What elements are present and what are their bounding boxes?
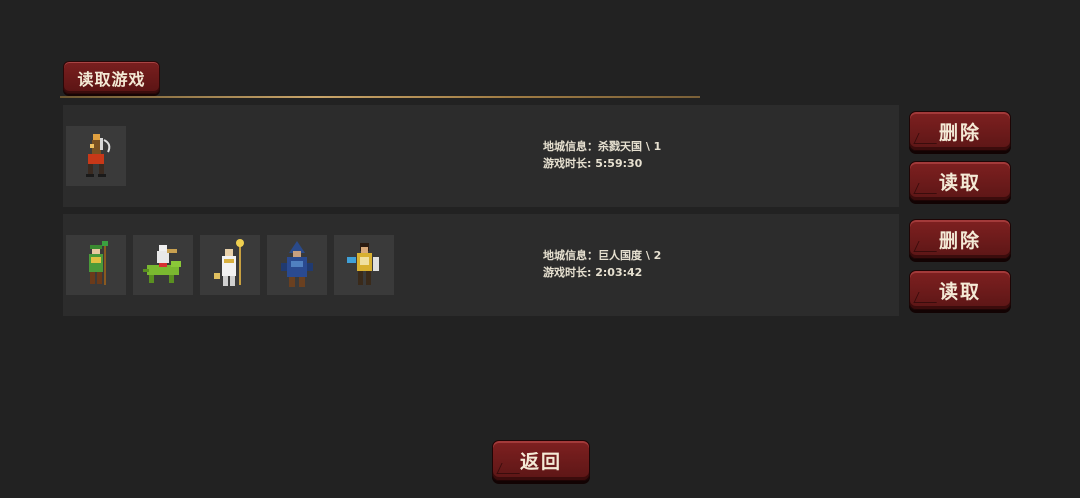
- dungeon-label: 地城信息：: [543, 249, 598, 262]
- save-info: 地城信息：巨人国度 \ 2 游戏时长: 2:03:42: [543, 247, 661, 281]
- dungeon-label: 地城信息：: [543, 140, 598, 153]
- hero-portrait-warrior: [66, 126, 126, 186]
- time-label: 游戏时长:: [543, 266, 596, 279]
- hero-portraits: [66, 126, 126, 186]
- time-label: 游戏时长:: [543, 157, 596, 170]
- back-button-label: 返回: [519, 451, 562, 473]
- load-button-label: 读取: [938, 280, 981, 303]
- delete-button-label: 删除: [938, 229, 981, 252]
- time-value: 2:03:42: [595, 266, 643, 279]
- save-info: 地城信息：杀戮天国 \ 1 游戏时长: 5:59:30: [543, 138, 661, 172]
- save-slot-2[interactable]: 地城信息：巨人国度 \ 2 游戏时长: 2:03:42: [63, 214, 899, 316]
- priest-sprite-icon: [214, 239, 244, 286]
- lizard-rider-sprite-icon: [143, 245, 181, 283]
- hero-portraits: [66, 235, 394, 295]
- back-button[interactable]: 返回: [492, 440, 590, 481]
- load-game-tab: 读取游戏: [63, 61, 160, 94]
- hero-portrait-priest: [200, 235, 260, 295]
- hero-portrait-druid: [66, 235, 126, 295]
- warrior-sprite-icon: [86, 134, 111, 177]
- hero-portrait-lizard-rider: [133, 235, 193, 295]
- paladin-sprite-icon: [347, 243, 379, 285]
- header-divider: [60, 96, 700, 98]
- mage-sprite-icon: [281, 241, 313, 287]
- delete-save-2-button[interactable]: 删除: [909, 219, 1011, 259]
- dungeon-value: 杀戮天国 \ 1: [598, 140, 662, 153]
- delete-save-1-button[interactable]: 删除: [909, 111, 1011, 151]
- hero-portrait-mage: [267, 235, 327, 295]
- delete-button-label: 删除: [938, 121, 981, 144]
- load-button-label: 读取: [938, 171, 981, 194]
- hero-portrait-paladin: [334, 235, 394, 295]
- load-save-1-button[interactable]: 读取: [909, 161, 1011, 201]
- page-title: 读取游戏: [77, 69, 146, 89]
- time-value: 5:59:30: [595, 157, 643, 170]
- load-save-2-button[interactable]: 读取: [909, 270, 1011, 310]
- druid-sprite-icon: [89, 241, 108, 285]
- dungeon-value: 巨人国度 \ 2: [598, 249, 662, 262]
- save-slot-1[interactable]: 地城信息：杀戮天国 \ 1 游戏时长: 5:59:30: [63, 105, 899, 207]
